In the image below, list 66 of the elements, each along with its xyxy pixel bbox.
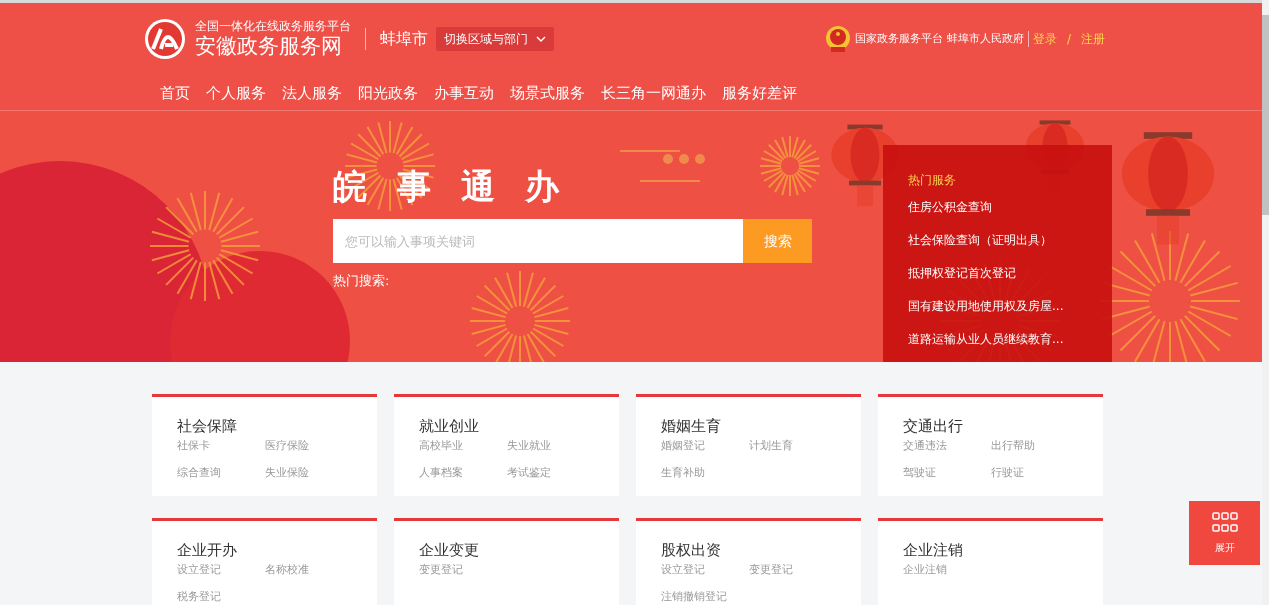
- nav-link[interactable]: 长三角一网通办: [601, 81, 706, 105]
- hero-title-char: 办: [525, 166, 559, 206]
- category-link[interactable]: 人事档案: [419, 466, 507, 480]
- hero-title-char: 通: [461, 166, 495, 206]
- search-field[interactable]: 您可以输入事项关键词: [333, 219, 743, 263]
- category-link[interactable]: 税务登记: [177, 590, 265, 604]
- category-link[interactable]: 注销撤销登记: [661, 590, 749, 604]
- site-name: 安徽政务服务网: [195, 33, 343, 59]
- category-link[interactable]: 行驶证: [990, 466, 1078, 480]
- category-title: 交通出行: [903, 417, 963, 435]
- expand-button[interactable]: 展开: [1189, 501, 1260, 565]
- category-link[interactable]: 名称校准: [264, 563, 352, 577]
- category-link[interactable]: 变更登记: [419, 563, 507, 577]
- category-title: 婚姻生育: [661, 417, 721, 435]
- hot-services-title: 热门服务: [908, 172, 956, 189]
- national-platform-link[interactable]: 国家政务服务平台: [854, 30, 943, 48]
- category-title: 企业变更: [419, 541, 479, 559]
- nav-link[interactable]: 个人服务: [206, 81, 266, 105]
- national-emblem-icon: [824, 25, 851, 53]
- search-button[interactable]: 搜索: [743, 219, 812, 263]
- logo-icon: [145, 19, 185, 59]
- hot-service-link[interactable]: 住房公积金查询: [908, 198, 1112, 216]
- category-title: 企业开办: [177, 541, 237, 559]
- region-switch-dropdown[interactable]: 切换区域与部门: [436, 27, 554, 51]
- category-link[interactable]: 社保卡: [177, 439, 265, 453]
- category-link[interactable]: 考试鉴定: [506, 466, 594, 480]
- category-link[interactable]: 交通违法: [903, 439, 991, 453]
- city-name: 蚌埠市: [380, 28, 428, 50]
- category-link[interactable]: 失业就业: [506, 439, 594, 453]
- hero-title-char: 事: [397, 166, 431, 206]
- category-title: 社会保障: [177, 417, 237, 435]
- category-link[interactable]: 驾驶证: [903, 466, 991, 480]
- nav-link[interactable]: 办事互动: [434, 81, 494, 105]
- hot-service-link[interactable]: 国有建设用地使用权及房屋...: [908, 297, 1112, 315]
- separator-slash: /: [1066, 31, 1071, 48]
- category-link[interactable]: 设立登记: [177, 563, 265, 577]
- city-government-link[interactable]: 蚌埠市人民政府: [946, 30, 1024, 48]
- category-title: 股权出资: [661, 541, 721, 559]
- category-link[interactable]: 设立登记: [661, 563, 749, 577]
- hot-service-link[interactable]: 抵押权登记首次登记: [908, 264, 1112, 282]
- category-title: 就业创业: [419, 417, 479, 435]
- register-link[interactable]: 注册: [1081, 30, 1105, 48]
- nav-link[interactable]: 首页: [160, 81, 190, 105]
- category-title: 企业注销: [903, 541, 963, 559]
- category-link[interactable]: 变更登记: [748, 563, 836, 577]
- category-link[interactable]: 出行帮助: [990, 439, 1078, 453]
- hot-service-link[interactable]: 社会保险查询（证明出具）: [908, 231, 1112, 249]
- category-link[interactable]: 综合查询: [177, 466, 265, 480]
- platform-tagline: 全国一体化在线政务服务平台: [195, 19, 351, 33]
- nav-link[interactable]: 场景式服务: [510, 81, 585, 105]
- category-link[interactable]: 生育补助: [661, 466, 749, 480]
- nav-link[interactable]: 服务好差评: [722, 81, 797, 105]
- category-link[interactable]: 婚姻登记: [661, 439, 749, 453]
- category-link[interactable]: 高校毕业: [419, 439, 507, 453]
- category-link[interactable]: 计划生育: [748, 439, 836, 453]
- login-link[interactable]: 登录: [1032, 30, 1057, 48]
- nav-link[interactable]: 法人服务: [282, 81, 342, 105]
- category-link[interactable]: 失业保险: [264, 466, 352, 480]
- hot-service-link[interactable]: 道路运输从业人员继续教育...: [908, 330, 1112, 348]
- category-link[interactable]: 医疗保险: [264, 439, 352, 453]
- category-link[interactable]: 企业注销: [903, 563, 991, 577]
- hot-search-label: 热门搜索:: [333, 272, 390, 290]
- scrollbar[interactable]: [1262, 0, 1269, 605]
- nav-link[interactable]: 阳光政务: [358, 81, 418, 105]
- hero-title-char: 皖: [333, 166, 367, 206]
- chevron-down-icon: [536, 36, 546, 42]
